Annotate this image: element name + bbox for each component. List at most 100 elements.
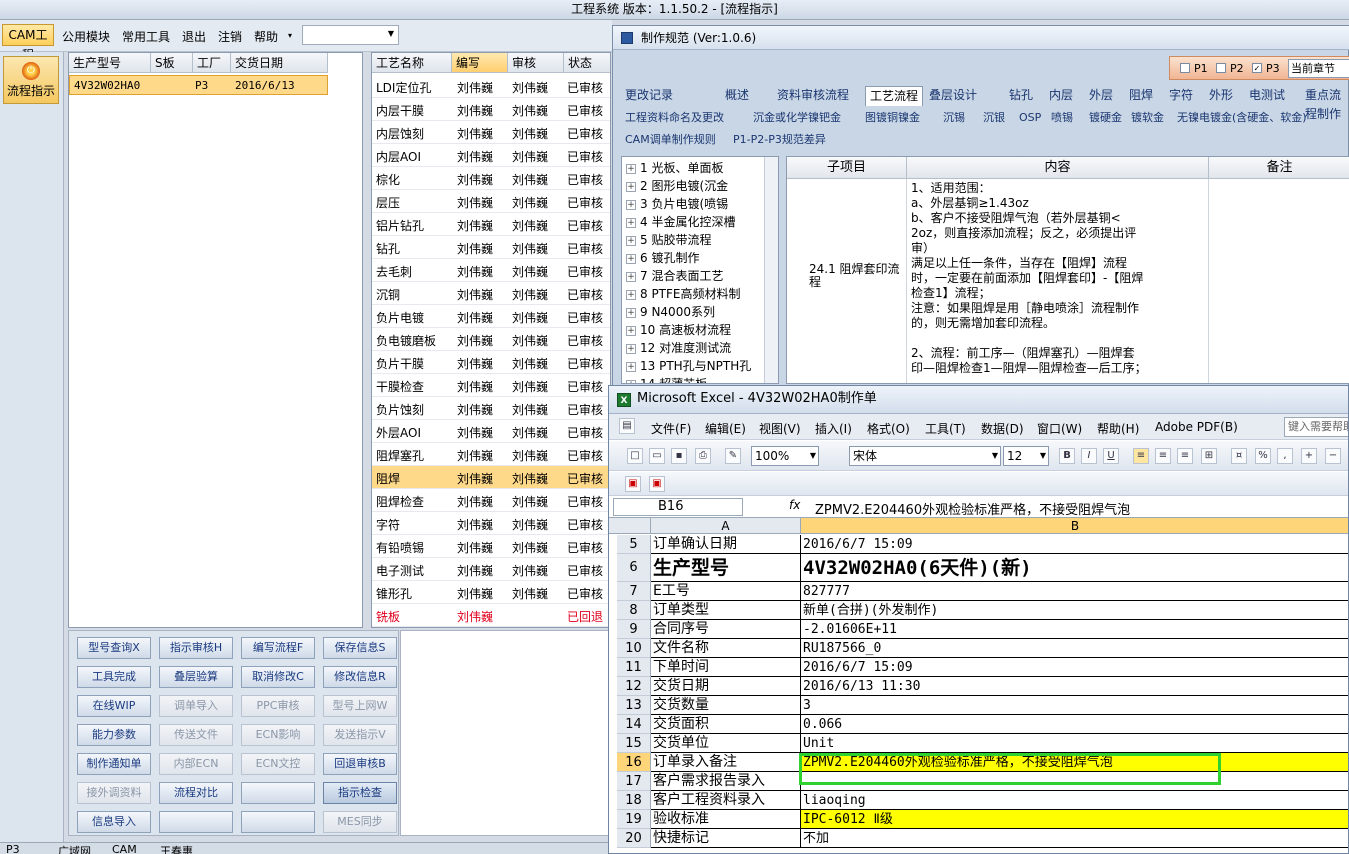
table-row[interactable]: 内层AOI 刘伟巍 刘伟巍 已审核	[372, 144, 610, 167]
expand-icon[interactable]: +	[626, 290, 636, 300]
cell-a[interactable]: 交货数量	[651, 696, 801, 715]
cell-b[interactable]: -2.01606E+11	[801, 620, 1348, 639]
row-header[interactable]: 14	[617, 715, 651, 734]
table-row[interactable]: 干膜检查 刘伟巍 刘伟巍 已审核	[372, 374, 610, 397]
tab-spec-subsection[interactable]: 镀硬金	[1085, 108, 1126, 128]
tree-node[interactable]: +8 PTFE高频材料制	[626, 285, 741, 302]
p3-checkbox[interactable]: ✓	[1252, 63, 1262, 73]
column-header[interactable]: 工厂	[193, 53, 231, 73]
row-header[interactable]: 9	[617, 620, 651, 639]
menu-logout[interactable]: 注销	[218, 28, 242, 45]
action-button[interactable]: 指示检查	[323, 782, 397, 804]
row-header[interactable]: 15	[617, 734, 651, 753]
action-button[interactable]: 编写流程F	[241, 637, 315, 659]
table-row[interactable]: 负片蚀刻 刘伟巍 刘伟巍 已审核	[372, 397, 610, 420]
align-left-icon[interactable]: ≡	[1133, 448, 1149, 464]
row-header[interactable]: 16	[617, 753, 651, 772]
tab-spec-subsection[interactable]: 喷锡	[1047, 108, 1077, 128]
cell-a[interactable]: 验收标准	[651, 810, 801, 829]
comma-icon[interactable]: ,	[1277, 448, 1293, 464]
align-center-icon[interactable]: ≡	[1155, 448, 1171, 464]
tree-node[interactable]: +2 图形电镀(沉金	[626, 177, 728, 194]
action-button[interactable]: 能力参数	[77, 724, 151, 746]
tab-spec-subsection[interactable]: 无镍电镀金(含硬金、软金)	[1173, 108, 1311, 128]
tree-node[interactable]: +4 半金属化控深槽	[626, 213, 735, 230]
column-header[interactable]: 状态	[564, 53, 610, 73]
tab-spec-subsection[interactable]: CAM调单制作规则	[621, 130, 720, 150]
cell-b[interactable]: 2016/6/7 15:09	[801, 658, 1348, 677]
row-header[interactable]: 8	[617, 601, 651, 620]
tab-spec-section[interactable]: 资料审核流程	[773, 86, 853, 106]
column-header[interactable]: 编写	[452, 53, 508, 73]
excel-menu-item[interactable]: 编辑(E)	[705, 420, 746, 437]
tree-node[interactable]: +6 镀孔制作	[626, 249, 699, 266]
action-button[interactable]: 工具完成	[77, 666, 151, 688]
tree-scrollbar[interactable]	[764, 157, 778, 383]
cell-a[interactable]: 订单确认日期	[651, 535, 801, 554]
table-row[interactable]: 去毛刺 刘伟巍 刘伟巍 已审核	[372, 259, 610, 282]
expand-icon[interactable]: +	[626, 308, 636, 318]
pdf-mail-icon[interactable]: ▣	[649, 476, 665, 492]
expand-icon[interactable]: +	[626, 218, 636, 228]
column-header[interactable]: 生产型号	[69, 53, 151, 73]
cell-b[interactable]: 0.066	[801, 715, 1348, 734]
action-button[interactable]: 制作通知单	[77, 753, 151, 775]
tab-spec-section[interactable]: 电测试	[1245, 86, 1289, 106]
row-header[interactable]: 12	[617, 677, 651, 696]
cell-a[interactable]: E工号	[651, 582, 801, 601]
cell-a[interactable]: 合同序号	[651, 620, 801, 639]
row-header[interactable]: 10	[617, 639, 651, 658]
formula-input[interactable]: ZPMV2.E204460外观检验标准严格，不接受阻焊气泡	[815, 499, 1130, 518]
print-icon[interactable]: ⎙	[695, 448, 711, 464]
table-row[interactable]: 棕化 刘伟巍 刘伟巍 已审核	[372, 167, 610, 190]
name-box[interactable]: B16	[613, 498, 743, 516]
cell-a[interactable]: 交货单位	[651, 734, 801, 753]
tab-spec-subsection[interactable]: 镀软金	[1127, 108, 1168, 128]
menu-exit[interactable]: 退出	[182, 28, 206, 45]
tree-node[interactable]: +10 高速板材流程	[626, 321, 731, 338]
tab-spec-section[interactable]: 内层	[1045, 86, 1077, 106]
table-row[interactable]: 外层AOI 刘伟巍 刘伟巍 已审核	[372, 420, 610, 443]
menu-help[interactable]: 帮助	[254, 28, 278, 45]
excel-menu-item[interactable]: 窗口(W)	[1037, 420, 1082, 437]
tab-spec-subsection[interactable]: P1-P2-P3规范差异	[729, 130, 830, 150]
table-row[interactable]: 钻孔 刘伟巍 刘伟巍 已审核	[372, 236, 610, 259]
column-header[interactable]: 交货日期	[231, 53, 328, 73]
action-button[interactable]: 回退审核B	[323, 753, 397, 775]
empty-button[interactable]	[159, 811, 233, 833]
cell-a[interactable]: 订单录入备注	[651, 753, 801, 772]
tree-node[interactable]: +3 负片电镀(喷锡	[626, 195, 728, 212]
row-header[interactable]: 6	[617, 554, 651, 582]
excel-menu-item[interactable]: 数据(D)	[981, 420, 1024, 437]
format-painter-icon[interactable]: ✎	[725, 448, 741, 464]
excel-menu-item[interactable]: 帮助(H)	[1097, 420, 1139, 437]
tab-spec-section[interactable]: 概述	[721, 86, 753, 106]
tab-cam-engineering[interactable]: CAM工程	[2, 24, 54, 62]
row-header[interactable]: 20	[617, 829, 651, 848]
tab-spec-section[interactable]: 外形	[1205, 86, 1237, 106]
currency-icon[interactable]: ¤	[1231, 448, 1247, 464]
new-icon[interactable]: □	[627, 448, 643, 464]
cell-b[interactable]: 2016/6/7 15:09	[801, 535, 1348, 554]
expand-icon[interactable]: +	[626, 344, 636, 354]
tab-spec-section[interactable]: 外层	[1085, 86, 1117, 106]
tab-spec-subsection[interactable]: 沉银	[979, 108, 1009, 128]
expand-icon[interactable]: +	[626, 236, 636, 246]
table-row[interactable]: 负片电镀 刘伟巍 刘伟巍 已审核	[372, 305, 610, 328]
table-row[interactable]: 内层蚀刻 刘伟巍 刘伟巍 已审核	[372, 121, 610, 144]
tab-spec-section[interactable]: 阻焊	[1125, 86, 1157, 106]
action-button[interactable]: 型号上网W	[323, 695, 397, 717]
tab-spec-subsection[interactable]: 图镀铜镍金	[861, 108, 924, 128]
underline-icon[interactable]: U	[1103, 448, 1119, 464]
p1-checkbox[interactable]	[1180, 63, 1190, 73]
table-row[interactable]: 沉铜 刘伟巍 刘伟巍 已审核	[372, 282, 610, 305]
table-row[interactable]: 阻焊塞孔 刘伟巍 刘伟巍 已审核	[372, 443, 610, 466]
action-button[interactable]: 修改信息R	[323, 666, 397, 688]
excel-menu-item[interactable]: Adobe PDF(B)	[1155, 420, 1238, 434]
cell-b[interactable]: 4V32W02HA0(6天件)(新)	[801, 554, 1348, 582]
cell-b[interactable]: 新单(合拼)(外发制作)	[801, 601, 1348, 620]
select-all-corner[interactable]	[609, 518, 651, 534]
column-header[interactable]: S板	[151, 53, 193, 73]
action-button[interactable]: 发送指示V	[323, 724, 397, 746]
increase-decimal-icon[interactable]: +	[1301, 448, 1317, 464]
